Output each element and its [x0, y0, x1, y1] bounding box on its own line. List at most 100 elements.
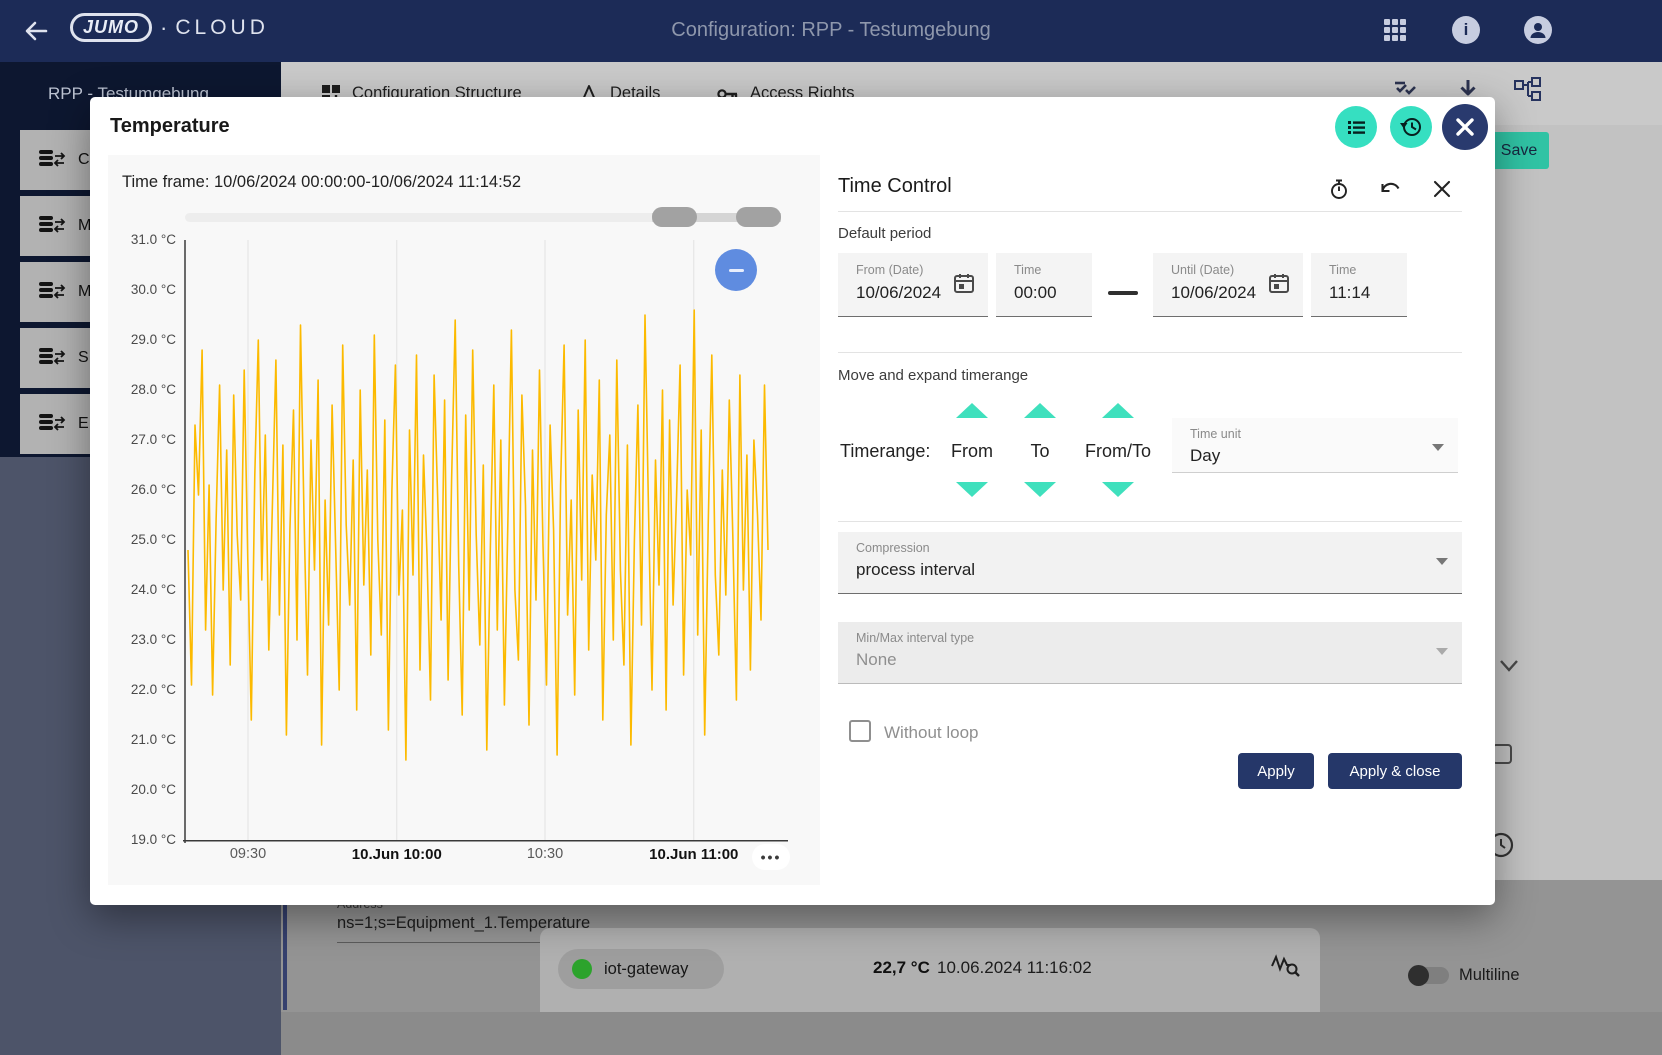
close-dialog-button[interactable]	[1442, 104, 1488, 150]
timerange-to-up-button[interactable]	[1024, 403, 1056, 418]
until-date-field[interactable]: Until (Date) 10/06/2024	[1153, 253, 1303, 317]
person-icon	[1524, 16, 1552, 44]
from-date-field[interactable]: From (Date) 10/06/2024	[838, 253, 988, 317]
chevron-down-icon[interactable]	[1498, 658, 1520, 674]
y-axis-tick: 21.0 °C	[108, 732, 176, 747]
process-value: 22,7 °C	[873, 958, 930, 978]
timerange-option-from: From	[951, 441, 993, 462]
multiline-toggle[interactable]	[1411, 967, 1449, 984]
sidebar-item-label: C	[78, 151, 90, 169]
temperature-line-chart	[108, 155, 820, 885]
timerange-to-down-button[interactable]	[1024, 482, 1056, 497]
process-value-timestamp: 10.06.2024 11:16:02	[937, 958, 1092, 978]
default-period-label: Default period	[838, 225, 931, 242]
undo-icon[interactable]	[1378, 177, 1402, 201]
divider	[838, 211, 1462, 212]
y-axis-tick: 25.0 °C	[108, 532, 176, 547]
calendar-icon[interactable]	[1267, 271, 1291, 295]
from-time-field[interactable]: Time 00:00	[996, 253, 1092, 317]
list-icon	[1344, 115, 1368, 139]
move-expand-label: Move and expand timerange	[838, 367, 1028, 384]
gateway-status-chip: iot-gateway	[558, 949, 724, 989]
y-axis-tick: 20.0 °C	[108, 782, 176, 797]
range-separator	[1108, 291, 1138, 295]
chevron-down-icon	[1436, 558, 1448, 565]
calendar-icon[interactable]	[952, 271, 976, 295]
zoom-out-button[interactable]	[715, 249, 757, 291]
y-axis-tick: 22.0 °C	[108, 682, 176, 697]
timerange-fromto-up-button[interactable]	[1102, 403, 1134, 418]
chart-panel: Time frame: 10/06/2024 00:00:00-10/06/20…	[108, 155, 820, 885]
timer-icon[interactable]	[1327, 177, 1351, 201]
timerange-from-down-button[interactable]	[956, 482, 988, 497]
hierarchy-tree-icon[interactable]	[1513, 76, 1543, 106]
field-label: Time	[1329, 263, 1356, 277]
x-axis-tick: 09:30	[230, 846, 266, 862]
y-axis-tick: 26.0 °C	[108, 482, 176, 497]
chart-menu-button[interactable]: •••	[752, 844, 790, 870]
field-label: Time	[1014, 263, 1041, 277]
info-icon[interactable]: i	[1452, 16, 1480, 44]
database-transfer-icon	[38, 346, 68, 370]
account-icon[interactable]	[1524, 16, 1552, 44]
timerange-fromto-down-button[interactable]	[1102, 482, 1134, 497]
y-axis-tick: 30.0 °C	[108, 282, 176, 297]
until-time-field[interactable]: Time 11:14	[1311, 253, 1407, 317]
database-transfer-icon	[38, 214, 68, 238]
apply-button[interactable]: Apply	[1238, 753, 1314, 789]
bottom-strip	[281, 1012, 1662, 1055]
timerange-from-up-button[interactable]	[956, 403, 988, 418]
y-axis-tick: 31.0 °C	[108, 232, 176, 247]
close-icon	[1454, 116, 1476, 138]
database-transfer-icon	[38, 280, 68, 304]
field-label: Until (Date)	[1171, 263, 1234, 277]
apply-and-close-button[interactable]: Apply & close	[1328, 753, 1462, 789]
dropdown-label: Compression	[856, 541, 930, 555]
toggle-knob	[1408, 965, 1429, 986]
list-view-button[interactable]	[1335, 106, 1377, 148]
time-control-title: Time Control	[838, 175, 952, 198]
y-axis-tick: 29.0 °C	[108, 332, 176, 347]
time-unit-dropdown[interactable]: Time unit Day	[1172, 418, 1458, 473]
save-button[interactable]: Save	[1489, 132, 1549, 169]
temperature-series-line	[188, 310, 768, 760]
y-axis-tick: 19.0 °C	[108, 832, 176, 847]
field-value: 10/06/2024	[856, 283, 941, 303]
process-value-panel: iot-gateway 22,7 °C 10.06.2024 11:16:02	[540, 928, 1320, 1012]
without-loop-label: Without loop	[884, 723, 979, 743]
timerange-option-fromto: From/To	[1085, 441, 1151, 462]
dropdown-label: Time unit	[1190, 427, 1241, 441]
divider	[838, 352, 1462, 353]
minmax-interval-dropdown[interactable]: Min/Max interval type None	[838, 622, 1462, 684]
database-transfer-icon	[38, 148, 68, 172]
dropdown-value: process interval	[856, 560, 975, 580]
field-value: 11:14	[1329, 283, 1370, 303]
temperature-dialog: Temperature Time frame: 10/06/2024 00:00…	[90, 97, 1495, 905]
minus-icon	[729, 269, 744, 272]
dropdown-value: Day	[1190, 446, 1220, 466]
y-axis-tick: 27.0 °C	[108, 432, 176, 447]
divider	[838, 521, 1462, 522]
x-axis-tick: 10:30	[527, 846, 563, 862]
dropdown-value: None	[856, 650, 897, 670]
page-title: Configuration: RPP - Testumgebung	[0, 19, 1662, 42]
compression-dropdown[interactable]: Compression process interval	[838, 532, 1462, 594]
trend-chart-icon[interactable]	[1270, 950, 1300, 980]
dropdown-label: Min/Max interval type	[856, 631, 974, 645]
y-axis-tick: 23.0 °C	[108, 632, 176, 647]
history-button[interactable]	[1390, 106, 1432, 148]
close-panel-icon[interactable]	[1430, 177, 1454, 201]
sidebar-item-label: E	[78, 415, 89, 433]
field-label: From (Date)	[856, 263, 923, 277]
field-value: 00:00	[1014, 283, 1057, 303]
y-axis-tick: 28.0 °C	[108, 382, 176, 397]
without-loop-checkbox[interactable]	[849, 720, 871, 742]
application-window: JUMO · CLOUD Configuration: RPP - Testum…	[0, 0, 1662, 1055]
chevron-down-icon	[1432, 444, 1444, 451]
multiline-label: Multiline	[1459, 966, 1520, 985]
online-status-dot	[572, 959, 592, 979]
apps-grid-icon[interactable]	[1384, 19, 1408, 43]
variable-detail-underlay: Address ns=1;s=Equipment_1.Temperature i…	[281, 880, 1662, 1055]
x-axis-tick: 10.Jun 11:00	[649, 846, 738, 863]
gateway-name: iot-gateway	[604, 960, 688, 979]
